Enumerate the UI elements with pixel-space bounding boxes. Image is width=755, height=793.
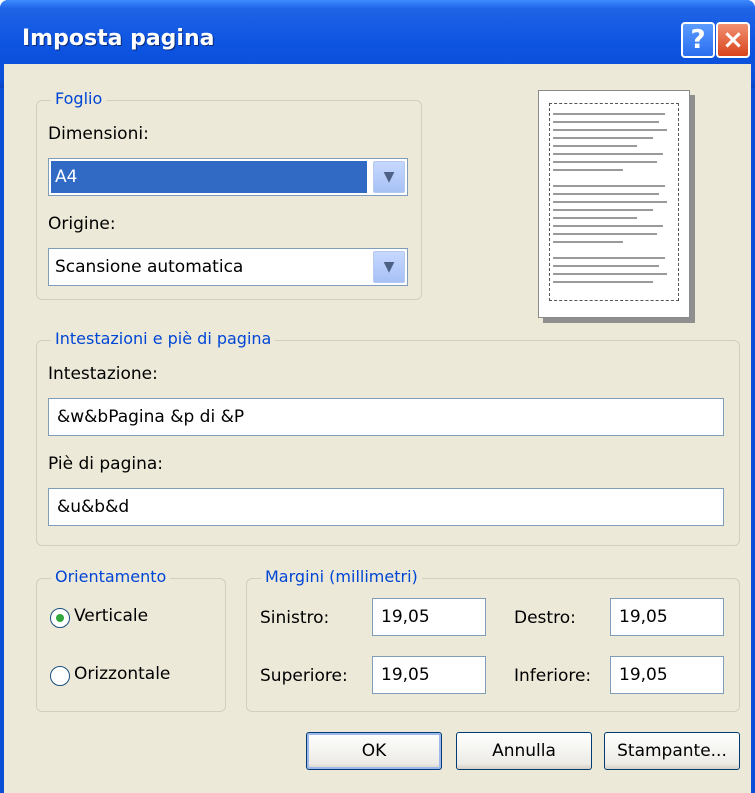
- preview-text-line: [553, 257, 665, 259]
- footer-input[interactable]: &u&b&d: [48, 488, 724, 526]
- header-label: Intestazione:: [48, 364, 158, 384]
- cancel-button[interactable]: Annulla: [456, 732, 592, 770]
- paper-source-select[interactable]: Scansione automatica ▼: [48, 248, 408, 286]
- preview-text-line: [553, 281, 653, 283]
- page-preview: [538, 90, 690, 318]
- bottom-margin-input[interactable]: 19,05: [610, 656, 724, 694]
- preview-text-line: [553, 145, 637, 147]
- page-setup-dialog: Imposta pagina ? × Foglio Dimensioni: A4…: [0, 0, 755, 793]
- radio-selected-dot: [56, 614, 64, 622]
- preview-text-line: [553, 273, 667, 275]
- footer-label: Piè di pagina:: [48, 454, 164, 474]
- size-label: Dimensioni:: [48, 124, 149, 144]
- dialog-title: Imposta pagina: [22, 26, 215, 51]
- paper-size-value: A4: [55, 167, 78, 187]
- left-margin-label: Sinistro:: [260, 608, 330, 628]
- preview-text-line: [553, 217, 637, 219]
- right-margin-label: Destro:: [514, 608, 576, 628]
- paper-source-value: Scansione automatica: [55, 257, 244, 277]
- top-margin-input[interactable]: 19,05: [372, 656, 486, 694]
- preview-text-line: [553, 185, 665, 187]
- chevron-down-icon[interactable]: ▼: [373, 161, 405, 193]
- preview-text-line: [553, 113, 665, 115]
- chevron-down-icon[interactable]: ▼: [373, 251, 405, 283]
- preview-text-line: [553, 161, 657, 163]
- orientation-group: Orientamento: [36, 567, 226, 712]
- portrait-label[interactable]: Verticale: [74, 606, 148, 626]
- preview-text-line: [553, 121, 659, 123]
- preview-text-line: [553, 265, 659, 267]
- headers-footers-legend: Intestazioni e piè di pagina: [51, 329, 276, 348]
- header-input[interactable]: &w&bPagina &p di &P: [48, 398, 724, 436]
- preview-text-line: [553, 153, 663, 155]
- help-icon[interactable]: ?: [681, 22, 715, 58]
- preview-text-line: [553, 201, 667, 203]
- source-label: Origine:: [48, 214, 116, 234]
- preview-text-line: [553, 209, 653, 211]
- orientation-legend: Orientamento: [51, 567, 171, 586]
- margins-legend: Margini (millimetri): [261, 567, 422, 586]
- paper-size-select[interactable]: A4 ▼: [48, 158, 408, 196]
- preview-text-line: [553, 129, 667, 131]
- portrait-radio[interactable]: [50, 608, 70, 628]
- left-margin-input[interactable]: 19,05: [372, 598, 486, 636]
- selection-highlight: [51, 161, 367, 193]
- preview-text-line: [553, 193, 659, 195]
- sheet-legend: Foglio: [51, 89, 107, 108]
- preview-text-line: [553, 137, 653, 139]
- bottom-margin-label: Inferiore:: [514, 666, 592, 686]
- landscape-label[interactable]: Orizzontale: [74, 664, 170, 684]
- close-icon[interactable]: ×: [716, 22, 750, 58]
- ok-button[interactable]: OK: [306, 732, 442, 770]
- dialog-body: Foglio Dimensioni: A4 ▼ Origine: Scansio…: [4, 64, 751, 793]
- preview-text-line: [553, 225, 663, 227]
- preview-text-line: [553, 169, 623, 171]
- landscape-radio[interactable]: [50, 666, 70, 686]
- printer-button[interactable]: Stampante...: [604, 732, 740, 770]
- right-margin-input[interactable]: 19,05: [610, 598, 724, 636]
- top-margin-label: Superiore:: [260, 666, 348, 686]
- preview-text-line: [553, 241, 623, 243]
- preview-text-line: [553, 233, 657, 235]
